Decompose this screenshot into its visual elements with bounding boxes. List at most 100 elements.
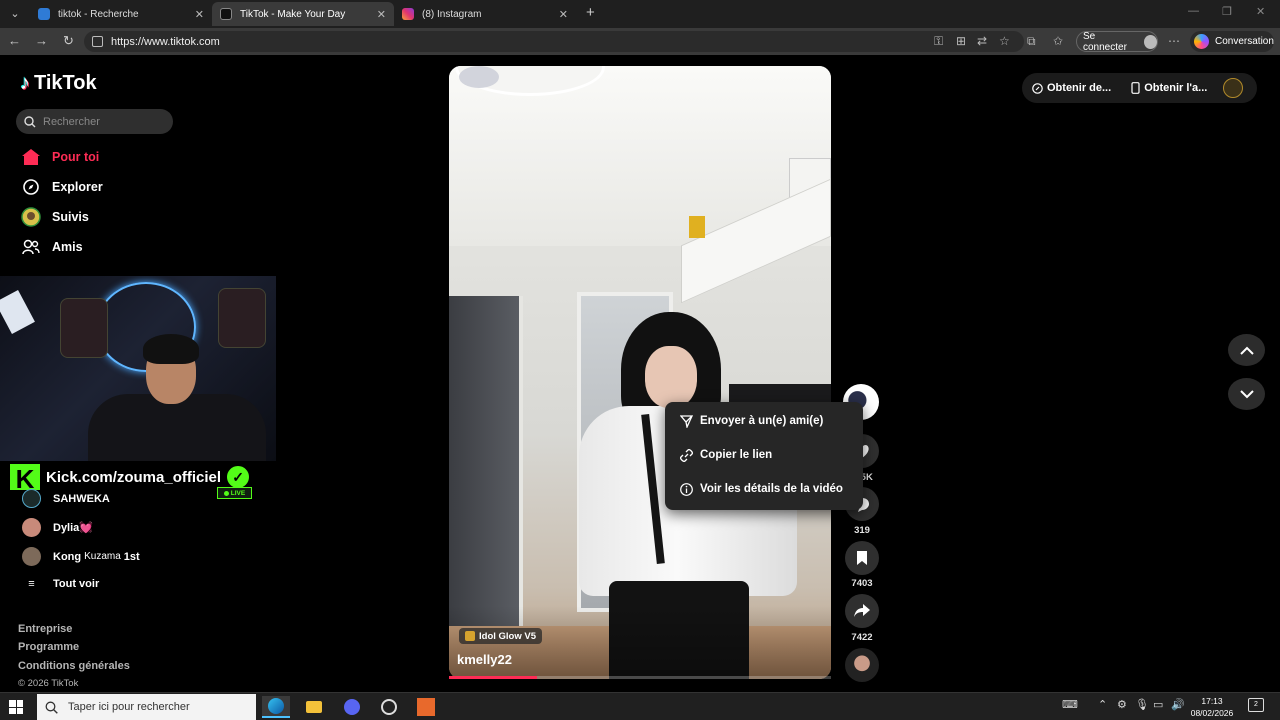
- search-input[interactable]: Rechercher: [16, 109, 173, 134]
- nav-label: Explorer: [52, 180, 103, 194]
- video-progress-fill: [449, 676, 537, 679]
- share-count: 7422: [851, 632, 873, 643]
- signin-label: Se connecter: [1083, 30, 1127, 53]
- compass-icon: [20, 176, 42, 198]
- footer-link-company[interactable]: Entreprise: [18, 623, 72, 635]
- more-options-icon[interactable]: ⋯: [1168, 34, 1180, 48]
- user-avatar[interactable]: [1223, 78, 1244, 98]
- footer-link-program[interactable]: Programme: [18, 641, 79, 653]
- menu-send-to-friend[interactable]: Envoyer à un(e) ami(e): [679, 414, 823, 428]
- menu-copy-link[interactable]: Copier le lien: [679, 448, 772, 462]
- avatar: [22, 547, 41, 566]
- kick-banner: K Kick.com/zouma_officiel ✓: [8, 462, 252, 494]
- minimize-button[interactable]: —: [1188, 5, 1199, 17]
- comment-count: 319: [854, 525, 870, 536]
- close-icon[interactable]: ✕: [195, 8, 204, 21]
- apps-icon[interactable]: ⊞: [956, 34, 966, 48]
- signin-button[interactable]: Se connecter: [1076, 30, 1158, 53]
- copilot-button[interactable]: Conversation: [1190, 31, 1274, 52]
- volume-icon[interactable]: 🔊: [1171, 698, 1185, 711]
- windows-start-icon[interactable]: [9, 700, 23, 714]
- site-info-icon[interactable]: [92, 36, 103, 47]
- taskbar-app-edge[interactable]: [262, 696, 290, 718]
- list-icon: ≡: [28, 578, 35, 590]
- tab-list-button[interactable]: ⌄: [5, 5, 25, 23]
- tray-app-icon[interactable]: ⚙: [1117, 698, 1127, 711]
- copilot-label: Conversation: [1215, 36, 1274, 47]
- tiktok-logo[interactable]: ♪ TikTok: [20, 72, 97, 95]
- header-button-label: Obtenir de...: [1047, 82, 1112, 94]
- nav-following[interactable]: Suivis: [20, 206, 89, 228]
- copyright: © 2026 TikTok: [18, 678, 79, 689]
- maximize-button[interactable]: ❐: [1222, 5, 1232, 18]
- tab-search[interactable]: tiktok - Recherche ✕: [30, 2, 212, 26]
- address-bar[interactable]: https://www.tiktok.com: [84, 31, 1024, 52]
- effect-icon: [465, 631, 475, 641]
- taskbar-app-obs[interactable]: [375, 696, 403, 718]
- account-emoji: 💓: [79, 522, 93, 534]
- effect-tag[interactable]: Idol Glow V5: [459, 628, 543, 644]
- discord-icon: [344, 699, 360, 715]
- close-icon[interactable]: ✕: [559, 8, 568, 21]
- footer-link-terms[interactable]: Conditions générales: [18, 660, 130, 672]
- next-video-button[interactable]: [1228, 378, 1265, 410]
- video-progress-bar[interactable]: [449, 676, 831, 679]
- tab-title: TikTok - Make Your Day: [240, 8, 346, 20]
- nav-friends[interactable]: Amis: [20, 236, 83, 258]
- nav-label: Amis: [52, 240, 83, 254]
- followed-account[interactable]: Dylia 💓: [22, 518, 93, 537]
- system-clock[interactable]: 17:13 08/02/2026: [1188, 695, 1236, 719]
- notification-icon[interactable]: 2: [1248, 698, 1264, 712]
- favorite-count: 7403: [851, 578, 873, 589]
- see-all-link[interactable]: ≡ Tout voir: [22, 578, 99, 590]
- nav-explore[interactable]: Explorer: [20, 176, 103, 198]
- top-right-header: Obtenir de... Obtenir l'a...: [1022, 73, 1257, 103]
- chevron-up-icon: [1239, 346, 1254, 355]
- account-subname: Kuzama: [84, 551, 121, 562]
- live-dot-icon: [223, 490, 229, 496]
- key-icon[interactable]: ⚿: [934, 34, 943, 49]
- avatar: [22, 518, 41, 537]
- menu-video-details[interactable]: Voir les détails de la vidéo: [679, 482, 843, 496]
- music-disc-avatar[interactable]: [845, 648, 879, 682]
- streamer-hair: [143, 334, 199, 364]
- favorites-icon[interactable]: ✩: [1053, 34, 1063, 48]
- network-icon[interactable]: ▭: [1153, 698, 1163, 711]
- refresh-button[interactable]: ↻: [63, 34, 74, 48]
- favorite-button[interactable]: [845, 541, 879, 575]
- browser-toolbar: ← → ↻ https://www.tiktok.com ⚿ ⊞ ⇄ ☆ ⧉ ✩…: [0, 28, 1280, 55]
- keyboard-icon[interactable]: ⌨: [1062, 698, 1078, 711]
- tab-tiktok[interactable]: TikTok - Make Your Day ✕: [212, 2, 394, 26]
- back-button[interactable]: ←: [8, 34, 21, 48]
- extensions-icon[interactable]: ⧉: [1027, 34, 1036, 49]
- video-author-username[interactable]: kmelly22: [457, 652, 512, 667]
- friends-icon: [20, 236, 42, 258]
- menu-item-label: Copier le lien: [700, 449, 773, 461]
- followed-account[interactable]: SAHWEKA: [22, 489, 110, 508]
- nav-label: Pour toi: [52, 150, 100, 164]
- get-app-button[interactable]: Obtenir l'a...: [1131, 82, 1207, 94]
- get-coins-button[interactable]: Obtenir de...: [1032, 82, 1111, 94]
- share-button[interactable]: [845, 594, 879, 628]
- previous-video-button[interactable]: [1228, 334, 1265, 366]
- taskbar-app-explorer[interactable]: [300, 696, 328, 718]
- taskbar-search[interactable]: Taper ici pour rechercher: [37, 694, 256, 720]
- nav-for-you[interactable]: Pour toi: [20, 146, 99, 168]
- taskbar-app-other[interactable]: [412, 696, 440, 718]
- taskbar-app-discord[interactable]: [338, 696, 366, 718]
- video-scene: [645, 346, 697, 408]
- favorite-star-icon[interactable]: ☆: [999, 34, 1010, 48]
- overlay-poster: [60, 298, 108, 358]
- forward-button[interactable]: →: [35, 34, 48, 48]
- tab-instagram[interactable]: (8) Instagram ✕: [394, 2, 576, 26]
- new-tab-button[interactable]: +: [586, 5, 595, 21]
- close-icon[interactable]: ✕: [377, 8, 386, 21]
- microphone-icon[interactable]: 🎙: [1135, 698, 1149, 711]
- tray-chevron-up-icon[interactable]: ⌃: [1098, 698, 1107, 711]
- window-close-button[interactable]: ✕: [1256, 5, 1265, 18]
- followed-account[interactable]: Kong Kuzama 1st: [22, 547, 140, 566]
- translate-icon[interactable]: ⇄: [977, 34, 987, 48]
- account-name: Dylia: [53, 521, 80, 534]
- video-player[interactable]: [449, 66, 831, 679]
- video-scene: [459, 66, 499, 88]
